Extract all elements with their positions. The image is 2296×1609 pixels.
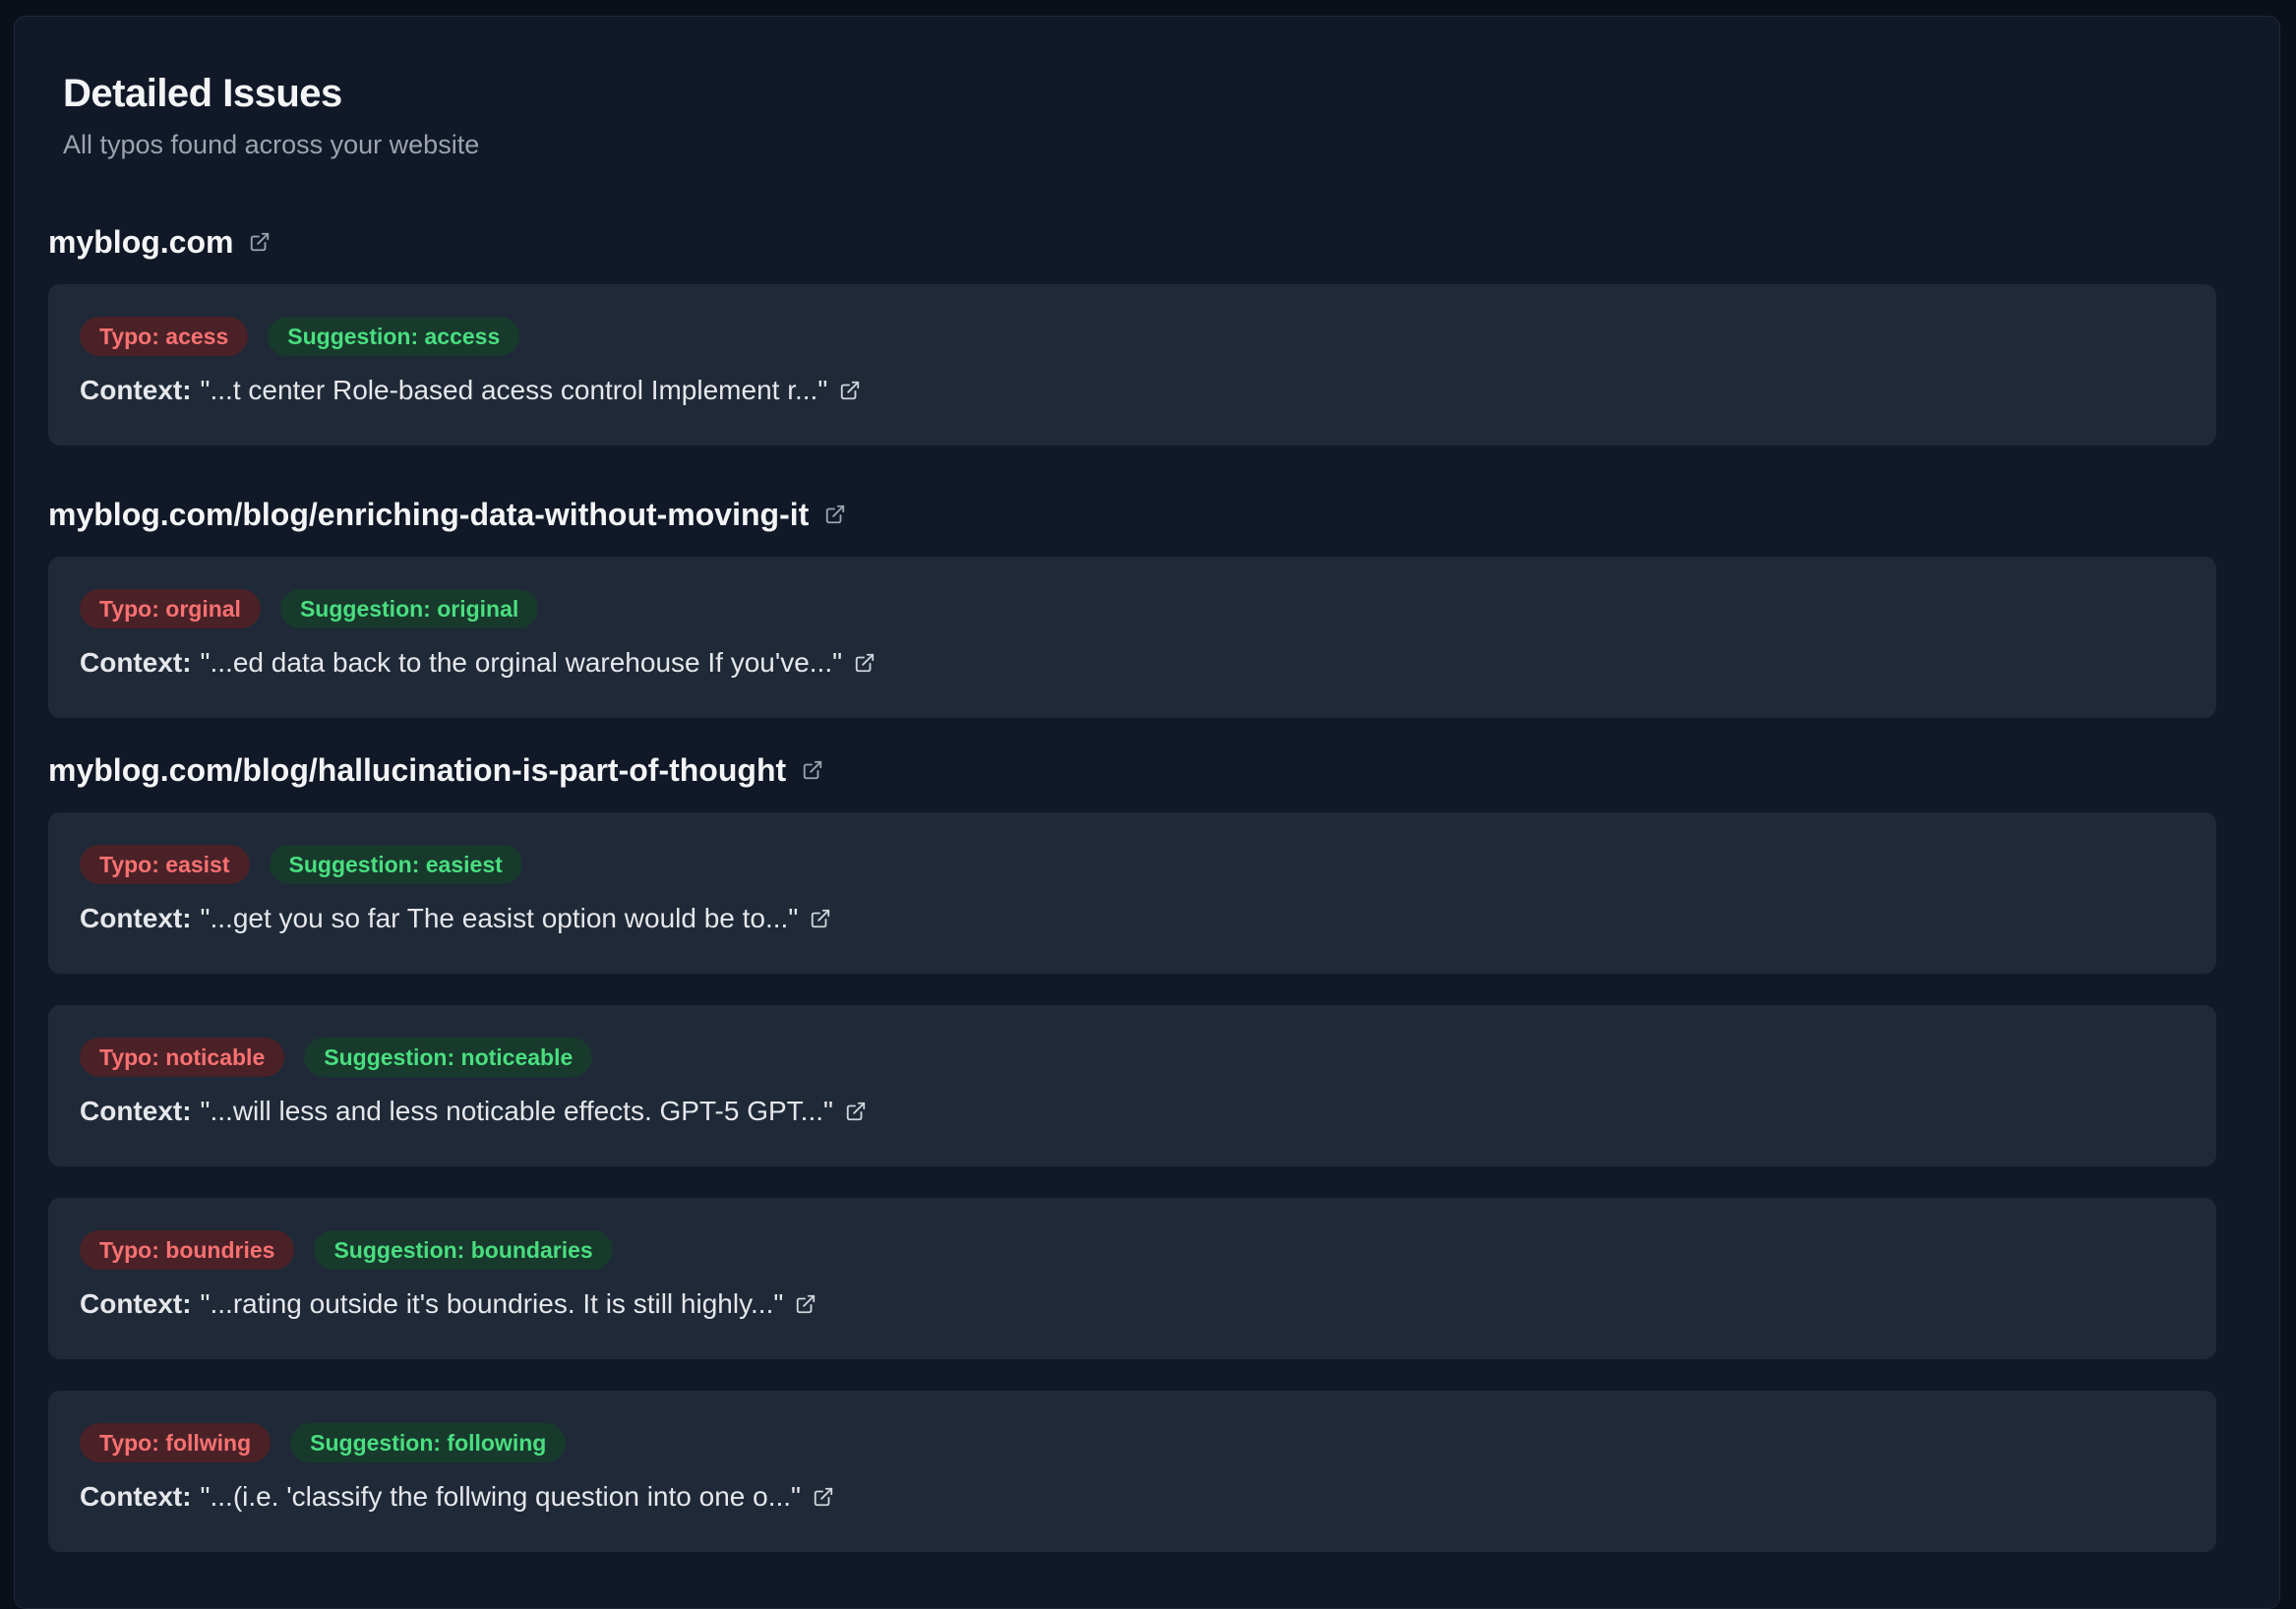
url-group-header: myblog.com/blog/enriching-data-without-m… (48, 494, 2216, 535)
external-link-icon[interactable] (813, 1486, 834, 1508)
issue-badges: Typo: orginal Suggestion: original (80, 589, 2185, 628)
typo-badge: Typo: boundries (80, 1230, 295, 1270)
url-group: myblog.com/blog/enriching-data-without-m… (48, 494, 2216, 718)
page-subtitle: All typos found across your website (63, 130, 480, 159)
context-text: "...will less and less noticable effects… (200, 1096, 833, 1126)
context-label: Context: (80, 1288, 192, 1319)
external-link-icon[interactable] (824, 504, 846, 525)
external-link-icon[interactable] (854, 652, 876, 674)
panel-header: Detailed Issues All typos found across y… (63, 70, 479, 160)
context-label: Context: (80, 1096, 192, 1126)
suggestion-badge: Suggestion: original (279, 589, 539, 628)
external-link-icon[interactable] (845, 1101, 867, 1122)
issue-context: Context: "...(i.e. 'classify the follwin… (80, 1480, 2185, 1514)
suggestion-badge: Suggestion: noticeable (304, 1038, 593, 1077)
issue-context: Context: "...get you so far The easist o… (80, 902, 2185, 935)
suggestion-badge: Suggestion: access (268, 317, 520, 356)
issue-card: Typo: easist Suggestion: easiest Context… (48, 812, 2216, 974)
url-group-header: myblog.com/blog/hallucination-is-part-of… (48, 749, 2216, 791)
suggestion-badge: Suggestion: easiest (269, 845, 522, 884)
context-text: "...t center Role-based acess control Im… (200, 375, 828, 405)
issue-card: Typo: noticable Suggestion: noticeable C… (48, 1005, 2216, 1166)
context-text: "...get you so far The easist option wou… (200, 903, 799, 933)
url-title: myblog.com/blog/enriching-data-without-m… (48, 497, 810, 532)
context-label: Context: (80, 375, 192, 405)
typo-badge: Typo: acess (80, 317, 249, 356)
issue-card: Typo: orginal Suggestion: original Conte… (48, 557, 2216, 718)
context-label: Context: (80, 1481, 192, 1512)
context-text: "...rating outside it's boundries. It is… (200, 1288, 784, 1319)
url-title: myblog.com/blog/hallucination-is-part-of… (48, 752, 787, 788)
external-link-icon[interactable] (810, 908, 831, 929)
issue-badges: Typo: easist Suggestion: easiest (80, 845, 2185, 884)
issue-card: Typo: acess Suggestion: access Context: … (48, 284, 2216, 446)
issue-context: Context: "...will less and less noticabl… (80, 1095, 2185, 1128)
issue-badges: Typo: noticable Suggestion: noticeable (80, 1038, 2185, 1077)
url-title: myblog.com (48, 224, 234, 260)
context-label: Context: (80, 903, 192, 933)
suggestion-badge: Suggestion: boundaries (314, 1230, 613, 1270)
external-link-icon[interactable] (802, 759, 823, 781)
issue-card: Typo: boundries Suggestion: boundaries C… (48, 1198, 2216, 1359)
url-group: myblog.com/blog/hallucination-is-part-of… (48, 749, 2216, 1552)
context-label: Context: (80, 647, 192, 678)
external-link-icon[interactable] (249, 231, 271, 253)
issue-context: Context: "...t center Role-based acess c… (80, 374, 2185, 407)
typo-badge: Typo: easist (80, 845, 250, 884)
suggestion-badge: Suggestion: following (290, 1423, 567, 1462)
url-group-header: myblog.com (48, 221, 2216, 263)
typo-badge: Typo: noticable (80, 1038, 285, 1077)
typo-badge: Typo: follwing (80, 1423, 272, 1462)
external-link-icon[interactable] (795, 1293, 816, 1315)
issue-context: Context: "...rating outside it's boundri… (80, 1287, 2185, 1321)
context-text: "...(i.e. 'classify the follwing questio… (200, 1481, 801, 1512)
issue-card: Typo: follwing Suggestion: following Con… (48, 1391, 2216, 1552)
issue-badges: Typo: boundries Suggestion: boundaries (80, 1230, 2185, 1270)
context-text: "...ed data back to the orginal warehous… (200, 647, 843, 678)
url-group: myblog.com Typo: acess Suggestion: acces… (48, 221, 2216, 446)
external-link-icon[interactable] (839, 380, 861, 401)
typo-badge: Typo: orginal (80, 589, 261, 628)
page-title: Detailed Issues (63, 72, 342, 115)
issue-context: Context: "...ed data back to the orginal… (80, 646, 2185, 680)
issue-badges: Typo: acess Suggestion: access (80, 317, 2185, 356)
issue-badges: Typo: follwing Suggestion: following (80, 1423, 2185, 1462)
